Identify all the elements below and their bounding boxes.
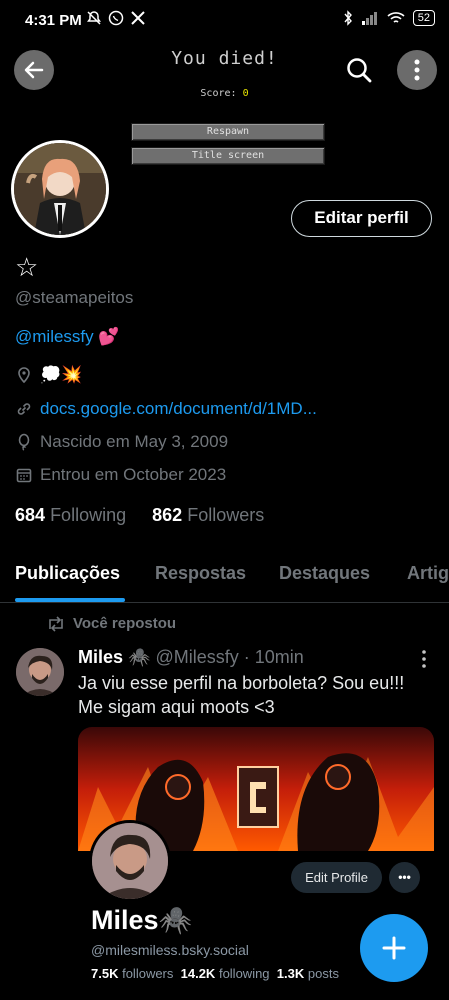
embed-more-button[interactable]: •••: [389, 862, 420, 893]
calendar-icon: [16, 468, 32, 483]
followers-count: 862: [152, 505, 183, 525]
wifi-icon: [387, 12, 405, 23]
display-name: ☆: [15, 252, 39, 282]
notification-icons: [86, 10, 146, 26]
profile-avatar[interactable]: [11, 140, 109, 238]
embed-following-label: following: [218, 966, 270, 981]
post-text: Ja viu esse perfil na borboleta? Sou eu!…: [78, 671, 438, 719]
game-death-title: You died!: [171, 48, 278, 69]
follow-stats: 684 Following 862 Followers: [15, 505, 264, 526]
location-text: 💭💥: [40, 365, 83, 384]
link-icon: [17, 403, 31, 415]
plus-icon: [382, 936, 406, 960]
signal-icon: [361, 12, 377, 25]
bell-off-icon: [87, 11, 101, 25]
location-pin-icon: [18, 367, 30, 384]
battery-level: 52: [412, 10, 435, 26]
post-text-line: Me sigam aqui moots <3: [78, 697, 275, 717]
website-link[interactable]: docs.google.com/document/d/1MD...: [40, 399, 317, 419]
status-time: 4:31 PM: [25, 12, 82, 29]
score-label: Score:: [200, 88, 243, 99]
location-row: 💭💥: [15, 365, 82, 385]
website-row: docs.google.com/document/d/1MD...: [15, 399, 317, 419]
following-count: 684: [15, 505, 46, 525]
post-author-avatar[interactable]: [16, 648, 64, 696]
embed-edit-profile-button[interactable]: Edit Profile: [291, 862, 382, 893]
author-photo: [16, 648, 64, 696]
followers-stat[interactable]: 862 Followers: [152, 505, 264, 525]
system-icons: 52: [343, 10, 435, 26]
bio-emoji: 💕: [98, 327, 120, 346]
birth-row: Nascido em May 3, 2009: [15, 432, 228, 452]
tab-respostas[interactable]: Respostas: [155, 563, 246, 584]
whatsapp-icon: [108, 10, 124, 26]
repost-icon: [49, 615, 63, 632]
embed-followers-count: 7.5K: [91, 966, 119, 981]
embed-posts-label: posts: [307, 966, 339, 981]
post-text-line: Ja viu esse perfil na borboleta? Sou eu!…: [78, 673, 405, 693]
post-time: · 10min: [243, 647, 304, 667]
bluetooth-icon: [344, 10, 352, 26]
birth-text: Nascido em May 3, 2009: [40, 432, 229, 451]
embed-avatar[interactable]: [89, 820, 171, 902]
embed-handle: @milesmiless.bsky.social: [91, 942, 249, 958]
embed-following-count: 14.2K: [180, 966, 216, 981]
profile-tabs: Publicações Respostas Destaques Artigos: [0, 552, 449, 603]
repost-label: Você repostou: [73, 615, 177, 632]
repost-indicator: Você repostou: [46, 615, 176, 632]
vertical-dots-icon: [422, 650, 426, 668]
tab-publicacoes[interactable]: Publicações: [15, 563, 120, 584]
score-value: 0: [242, 88, 249, 99]
embed-followers-label: followers: [122, 966, 174, 981]
embed-author-photo: [92, 823, 168, 899]
avatar-image: [14, 143, 106, 235]
post-author-handle[interactable]: @Milessfy: [155, 647, 238, 667]
post-more-button[interactable]: [416, 649, 432, 669]
bio-mention-link[interactable]: @milessfy: [15, 327, 94, 346]
title-screen-button[interactable]: Title screen: [131, 147, 325, 165]
status-bar: 4:31 PM 52: [0, 0, 449, 40]
followers-label: Followers: [187, 505, 265, 525]
edit-profile-button[interactable]: Editar perfil: [291, 200, 432, 237]
active-tab-indicator: [15, 598, 125, 602]
embed-stats: 7.5K followers 14.2K following 1.3K post…: [91, 966, 339, 981]
joined-text: Entrou em October 2023: [40, 465, 227, 484]
profile-handle: @steamapeitos: [15, 288, 134, 307]
tab-destaques[interactable]: Destaques: [279, 563, 370, 584]
game-score: Score: 0: [0, 88, 449, 99]
following-label: Following: [50, 505, 127, 525]
balloon-icon: [18, 433, 30, 451]
embed-name: Miles🕷️: [91, 905, 193, 935]
compose-post-button[interactable]: [360, 914, 428, 982]
embed-posts-count: 1.3K: [276, 966, 305, 981]
joined-row: Entrou em October 2023: [15, 465, 226, 485]
bio: @milessfy 💕: [15, 327, 120, 347]
post-author-name[interactable]: Miles: [78, 647, 123, 667]
post-header: Miles 🕷️ @Milessfy · 10min: [78, 647, 304, 668]
tab-artigos[interactable]: Artigos: [407, 563, 449, 584]
post-author-emoji: 🕷️: [128, 647, 151, 667]
respawn-button[interactable]: Respawn: [131, 123, 325, 141]
following-stat[interactable]: 684 Following: [15, 505, 126, 525]
x-logo-icon: [131, 11, 145, 25]
